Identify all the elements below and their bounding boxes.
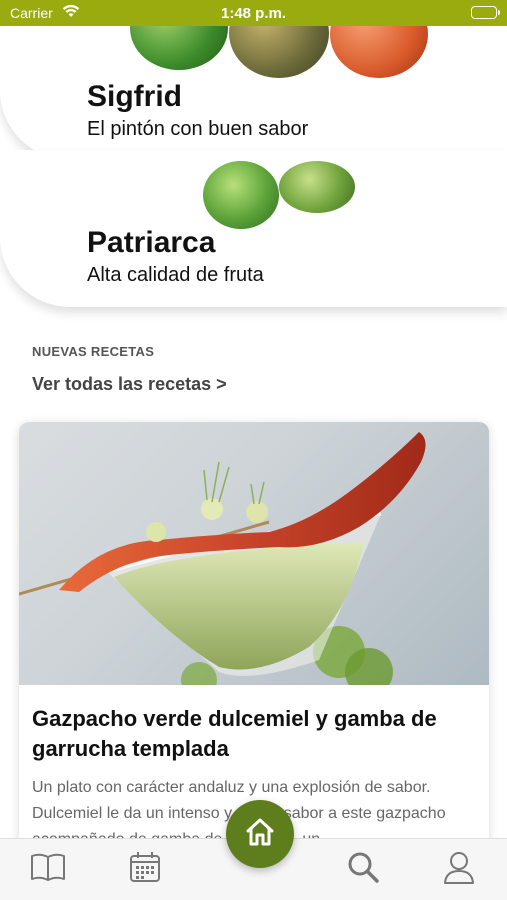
tab-profile[interactable] [441, 851, 477, 887]
variety-title: Patriarca [87, 226, 216, 259]
tab-calendar[interactable] [127, 851, 163, 887]
home-button[interactable] [226, 800, 294, 868]
recipe-image [19, 422, 489, 685]
home-icon [243, 815, 277, 854]
variety-card-patriarca[interactable]: Patriarca Alta calidad de fruta [0, 150, 507, 307]
clock: 1:48 p.m. [220, 5, 287, 22]
recipe-title: Gazpacho verde dulcemiel y gamba de garr… [32, 706, 437, 761]
fruit-image [203, 161, 279, 229]
battery-icon [471, 6, 500, 19]
book-icon [30, 852, 66, 887]
status-bar: Carrier 1:48 p.m. [0, 0, 507, 26]
see-all-recipes-link[interactable]: Ver todas las recetas > [32, 374, 227, 395]
variety-title: Sigfrid [87, 80, 182, 113]
profile-icon [442, 850, 476, 889]
variety-tagline: Alta calidad de fruta [87, 264, 264, 286]
variety-tagline: El pintón con buen sabor [87, 118, 309, 140]
calendar-icon [128, 850, 162, 889]
tab-search[interactable] [345, 851, 381, 887]
tab-recipes[interactable] [30, 851, 66, 887]
recipe-card[interactable]: Gazpacho verde dulcemiel y gamba de garr… [19, 422, 489, 852]
search-icon [346, 850, 380, 889]
fruit-image [279, 161, 355, 213]
section-label: NUEVAS RECETAS [32, 344, 155, 359]
